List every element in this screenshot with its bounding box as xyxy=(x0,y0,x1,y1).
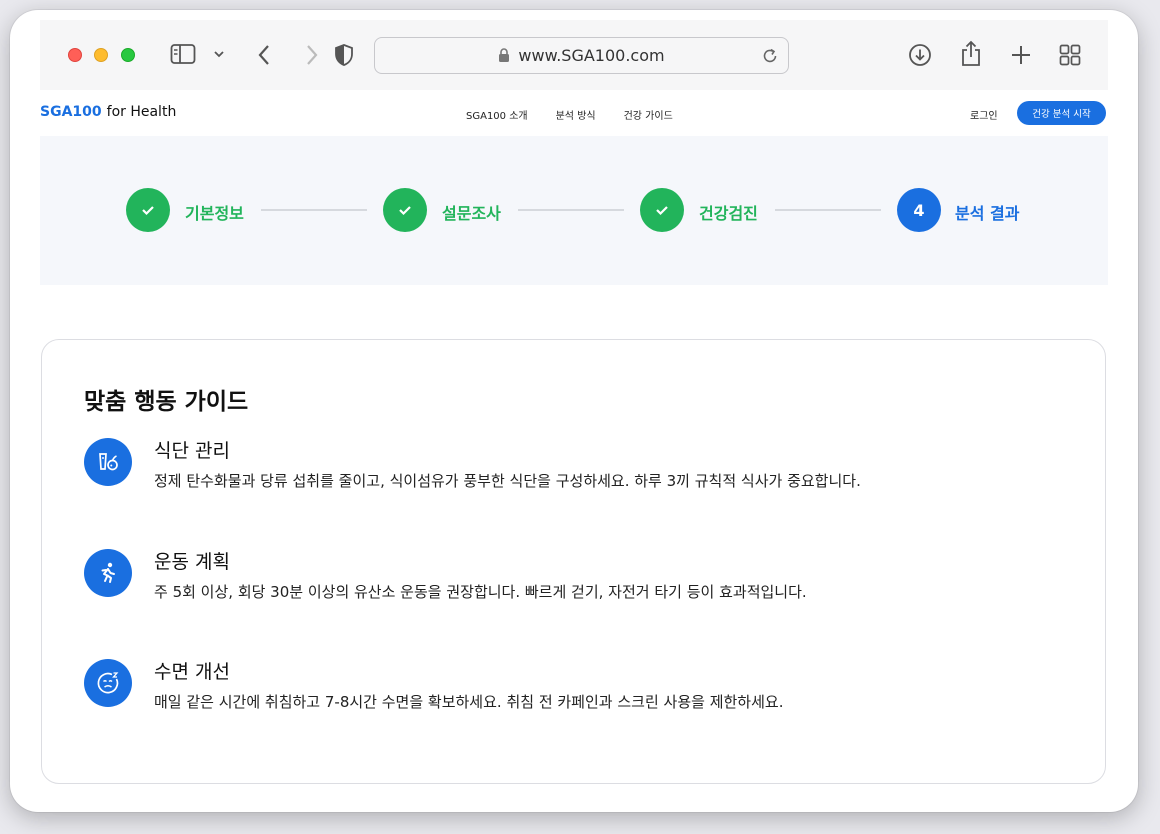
browser-toolbar: www.SGA100.com xyxy=(40,20,1108,90)
guide-heading: 운동 계획 xyxy=(154,551,230,573)
nav-item-about[interactable]: SGA100 소개 xyxy=(466,107,528,122)
reload-icon[interactable] xyxy=(761,47,779,65)
brand-logo[interactable]: SGA100 for Health xyxy=(40,104,176,120)
address-bar[interactable]: www.SGA100.com xyxy=(374,37,789,74)
zoom-window-button[interactable] xyxy=(121,48,135,62)
shield-icon[interactable] xyxy=(333,43,355,67)
start-analysis-button[interactable]: 건강 분석 시작 xyxy=(1017,101,1106,125)
guide-item-sleep: 수면 개선 매일 같은 시간에 취침하고 7-8시간 수면을 확보하세요. 취침… xyxy=(84,659,1064,739)
step-connector xyxy=(518,209,624,211)
guide-text: 매일 같은 시간에 취침하고 7-8시간 수면을 확보하세요. 취침 전 카페인… xyxy=(154,693,784,711)
guide-heading: 식단 관리 xyxy=(154,440,230,462)
login-link[interactable]: 로그인 xyxy=(970,107,998,122)
step-3-check-icon xyxy=(640,188,684,232)
running-icon xyxy=(84,549,132,597)
guide-text: 정제 탄수화물과 당류 섭취를 줄이고, 식이섬유가 풍부한 식단을 구성하세요… xyxy=(154,472,861,490)
guide-heading: 수면 개선 xyxy=(154,661,230,683)
nav-item-method[interactable]: 분석 방식 xyxy=(556,107,596,122)
step-3-label: 건강검진 xyxy=(699,204,758,223)
url-text: www.SGA100.com xyxy=(518,46,665,65)
brand-suffix: for Health xyxy=(106,104,177,120)
progress-stepper: 기본정보 설문조사 건강검진 4 분석 결과 xyxy=(40,136,1108,285)
forward-icon[interactable] xyxy=(304,43,320,67)
action-guide-card: 맞춤 행동 가이드 식단 관리 정제 탄수화물과 당류 섭취를 줄이고, 식이섬… xyxy=(41,339,1106,784)
close-window-button[interactable] xyxy=(68,48,82,62)
brand-name: SGA100 xyxy=(40,104,102,120)
step-4-number: 4 xyxy=(897,188,941,232)
step-connector xyxy=(775,209,881,211)
chevron-down-icon[interactable] xyxy=(213,49,225,59)
diet-icon xyxy=(84,438,132,486)
step-2-label: 설문조사 xyxy=(442,204,501,223)
share-icon[interactable] xyxy=(959,40,983,68)
lock-icon xyxy=(498,48,510,63)
step-1-check-icon xyxy=(126,188,170,232)
step-2-check-icon xyxy=(383,188,427,232)
minimize-window-button[interactable] xyxy=(94,48,108,62)
sleep-icon xyxy=(84,659,132,707)
tabs-grid-icon[interactable] xyxy=(1059,44,1081,66)
browser-window: www.SGA100.com SGA100 for Health SGA100 소… xyxy=(10,10,1138,812)
guide-item-diet: 식단 관리 정제 탄수화물과 당류 섭취를 줄이고, 식이섬유가 풍부한 식단을… xyxy=(84,438,1064,518)
step-1-label: 기본정보 xyxy=(185,204,244,223)
guide-text: 주 5회 이상, 회당 30분 이상의 유산소 운동을 권장합니다. 빠르게 걷… xyxy=(154,583,807,601)
main-nav: SGA100 소개 분석 방식 건강 가이드 xyxy=(466,107,673,122)
card-title: 맞춤 행동 가이드 xyxy=(84,389,249,415)
back-icon[interactable] xyxy=(256,43,272,67)
plus-icon[interactable] xyxy=(1010,44,1032,66)
download-icon[interactable] xyxy=(908,43,932,67)
step-connector xyxy=(261,209,367,211)
site-header: SGA100 for Health SGA100 소개 분석 방식 건강 가이드 … xyxy=(40,90,1108,136)
guide-item-exercise: 운동 계획 주 5회 이상, 회당 30분 이상의 유산소 운동을 권장합니다.… xyxy=(84,549,1064,629)
step-4-label: 분석 결과 xyxy=(955,204,1020,223)
nav-item-guide[interactable]: 건강 가이드 xyxy=(624,107,673,122)
sidebar-icon[interactable] xyxy=(170,43,196,65)
